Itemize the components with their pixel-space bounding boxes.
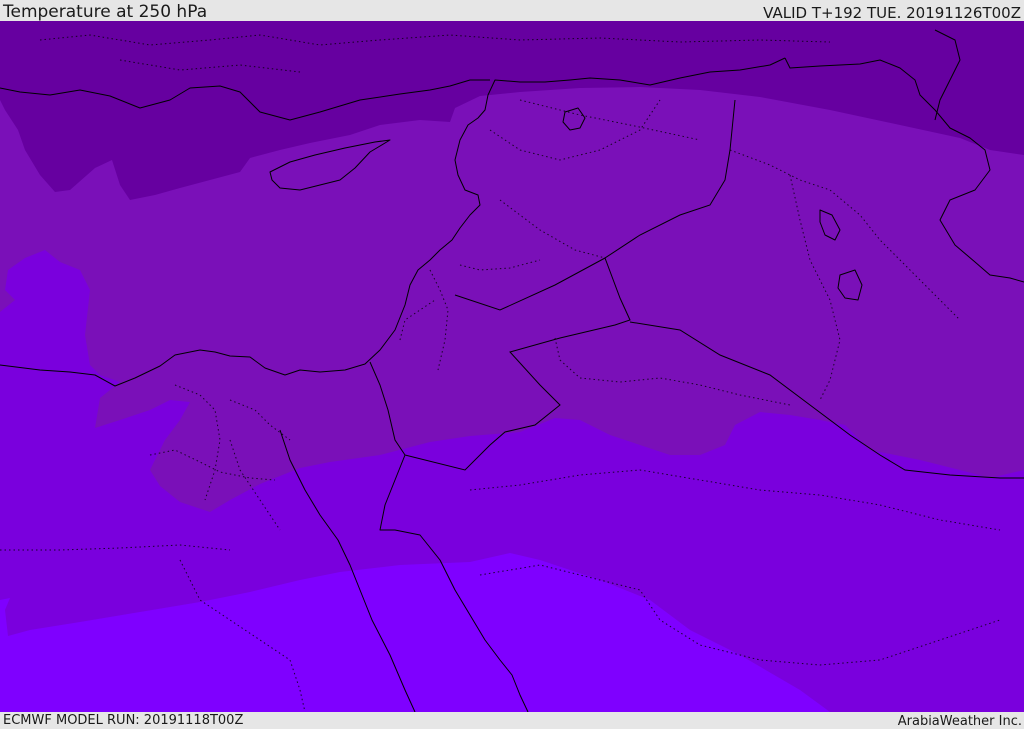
model-run-label: ECMWF MODEL RUN: 20191118T00Z xyxy=(3,713,244,728)
header-bar: Temperature at 250 hPa VALID T+192 TUE. … xyxy=(0,0,1024,21)
credit-label: ArabiaWeather Inc. xyxy=(897,714,1022,729)
valid-time-label: VALID T+192 TUE. 20191126T00Z xyxy=(763,4,1021,22)
footer-bar: ECMWF MODEL RUN: 20191118T00Z ArabiaWeat… xyxy=(0,712,1024,729)
temperature-map xyxy=(0,21,1024,712)
map-title: Temperature at 250 hPa xyxy=(3,2,208,21)
map-figure: Temperature at 250 hPa VALID T+192 TUE. … xyxy=(0,0,1024,729)
